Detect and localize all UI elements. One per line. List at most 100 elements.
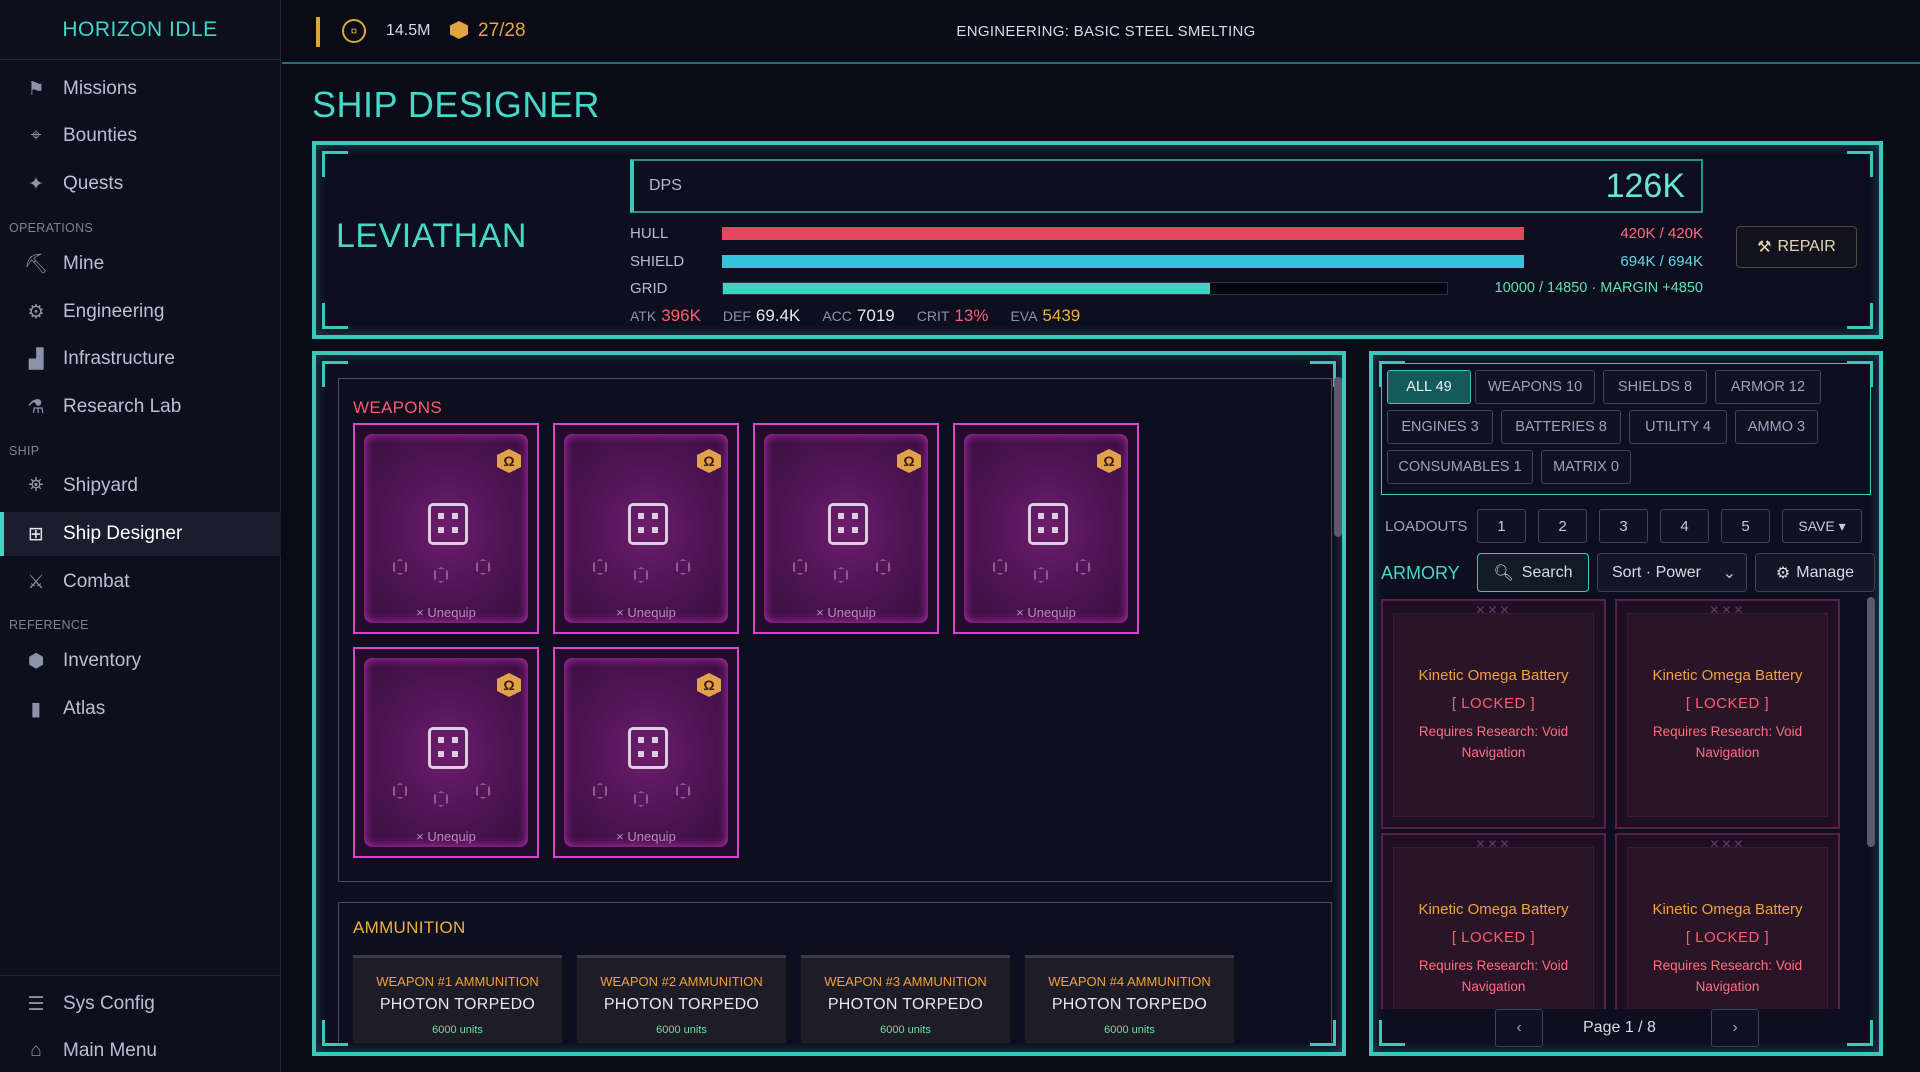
unequip-button[interactable]: × Unequip xyxy=(555,829,737,844)
ammo-units: 6000 units xyxy=(432,1024,483,1036)
weapon-slot[interactable]: Ω × Unequip xyxy=(353,647,539,858)
next-page-button[interactable]: › xyxy=(1711,1009,1759,1047)
ammunition-section: AMMUNITION WEAPON #1 AMMUNITION PHOTON TO… xyxy=(338,902,1332,1043)
weapons-section: WEAPONS Ω × Unequip Ω × Unequip Ω × Unequip Ω ×… xyxy=(338,378,1332,882)
item-ornament-icon: ✕✕✕ xyxy=(1709,603,1746,617)
nav-item-label: Mine xyxy=(63,253,105,274)
save-loadout-button[interactable]: SAVE ▾ xyxy=(1782,509,1862,543)
grid-label: GRID xyxy=(630,280,668,297)
sliders-icon: ☰ xyxy=(27,993,45,1015)
stat-value: 69.4K xyxy=(755,306,801,325)
weapon-slot[interactable]: Ω × Unequip xyxy=(553,647,739,858)
chevron-right-icon: › xyxy=(1732,1019,1738,1036)
pagination: ‹ Page 1 / 8 › xyxy=(1495,1009,1759,1047)
stat-label: DEF xyxy=(722,308,751,324)
hull-bar-fill xyxy=(722,227,1524,240)
nav-item-engineering[interactable]: ⚙ Engineering xyxy=(0,290,281,334)
repair-label: REPAIR xyxy=(1777,238,1836,255)
filter-tab[interactable]: AMMO 3 xyxy=(1735,410,1818,444)
pickaxe-icon: ⛏ xyxy=(23,254,49,275)
loadout-button[interactable]: 1 xyxy=(1477,509,1526,543)
ammo-card[interactable]: WEAPON #4 AMMUNITION PHOTON TORPEDO 6000 u… xyxy=(1025,955,1234,1043)
nav-item-sys-config[interactable]: ☰ Sys Config xyxy=(0,982,281,1026)
grid-icon: ⊞ xyxy=(28,523,44,545)
sort-select[interactable]: Sort · Power ⌄ xyxy=(1597,553,1747,592)
loadout-button[interactable]: 4 xyxy=(1660,509,1709,543)
section-label-reference: REFERENCE xyxy=(9,618,89,632)
filter-tab[interactable]: BATTERIES 8 xyxy=(1501,410,1621,444)
loadout-button[interactable]: 5 xyxy=(1721,509,1770,543)
ammo-card[interactable]: WEAPON #3 AMMUNITION PHOTON TORPEDO 6000 u… xyxy=(801,955,1010,1043)
stat-value: 13% xyxy=(954,306,989,325)
loadout-button[interactable]: 3 xyxy=(1599,509,1648,543)
page-title: SHIP DESIGNER xyxy=(312,84,600,125)
search-button[interactable]: 🔍︎ Search xyxy=(1477,553,1589,592)
grid-bar-fill xyxy=(723,283,1211,294)
filter-tab[interactable]: ARMOR 12 xyxy=(1715,370,1821,404)
module-chip-icon xyxy=(428,727,468,769)
nav-item-atlas[interactable]: ▮ Atlas xyxy=(0,687,281,731)
unequip-button[interactable]: × Unequip xyxy=(755,605,937,620)
filter-tab[interactable]: SHIELDS 8 xyxy=(1603,370,1707,404)
shipyard-icon: ⛯ xyxy=(28,475,44,496)
manage-button[interactable]: ⚙ Manage xyxy=(1755,553,1875,592)
unequip-button[interactable]: × Unequip xyxy=(555,605,737,620)
item-name: Kinetic Omega Battery xyxy=(1652,901,1803,918)
filter-tab[interactable]: WEAPONS 10 xyxy=(1475,370,1595,404)
dps-label: DPS xyxy=(649,177,682,194)
ammo-units: 6000 units xyxy=(656,1024,707,1036)
nav-item-ship-designer[interactable]: ⊞ Ship Designer xyxy=(0,512,281,556)
shield-value: 694K / 694K xyxy=(1620,253,1703,270)
ammunition-title: AMMUNITION xyxy=(353,918,466,937)
loadout-button[interactable]: 2 xyxy=(1538,509,1587,543)
filter-tab[interactable]: ALL 49 xyxy=(1387,370,1471,404)
armory-toolbar: ARMORY 🔍︎ Search Sort · Power ⌄ ⚙ Manage xyxy=(1381,553,1879,593)
flask-icon: ⚗ xyxy=(27,396,45,418)
filter-tab[interactable]: ENGINES 3 xyxy=(1387,410,1493,444)
ammo-units: 6000 units xyxy=(1104,1024,1155,1036)
filter-tab[interactable]: UTILITY 4 xyxy=(1629,410,1727,444)
ship-summary-panel: LEVIATHAN DPS 126K HULL 420K / 420K SHIE… xyxy=(312,141,1883,339)
filter-tab[interactable]: CONSUMABLES 1 xyxy=(1387,450,1533,484)
prev-page-button[interactable]: ‹ xyxy=(1495,1009,1543,1047)
loadouts-label: LOADOUTS xyxy=(1385,518,1468,535)
nav-item-quests[interactable]: ✦ Quests xyxy=(0,162,281,206)
nav-item-main-menu[interactable]: ⌂ Main Menu xyxy=(0,1029,281,1072)
nav-item-mine[interactable]: ⛏ Mine xyxy=(0,242,281,286)
sidebar-divider xyxy=(0,975,281,976)
unequip-button[interactable]: × Unequip xyxy=(355,829,537,844)
armory-item-card[interactable]: ✕✕✕ Kinetic Omega Battery [ LOCKED ] Requir… xyxy=(1615,833,1840,1009)
nav-item-shipyard[interactable]: ⛯ Shipyard xyxy=(0,464,281,508)
app-title: HORIZON IDLE xyxy=(0,0,280,60)
nav-item-combat[interactable]: ⚔ Combat xyxy=(0,560,281,604)
weapon-slot[interactable]: Ω × Unequip xyxy=(753,423,939,634)
armory-item-card[interactable]: ✕✕✕ Kinetic Omega Battery [ LOCKED ] Requir… xyxy=(1381,599,1606,829)
stat-label: ATK xyxy=(630,308,657,324)
item-name: Kinetic Omega Battery xyxy=(1652,667,1803,684)
weapon-slot[interactable]: Ω × Unequip xyxy=(553,423,739,634)
unequip-button[interactable]: × Unequip xyxy=(355,605,537,620)
hull-value: 420K / 420K xyxy=(1620,225,1703,242)
gear-icon: ⚙ xyxy=(27,301,45,323)
weapon-slot[interactable]: Ω × Unequip xyxy=(353,423,539,634)
armory-item-card[interactable]: ✕✕✕ Kinetic Omega Battery [ LOCKED ] Requir… xyxy=(1381,833,1606,1009)
ammo-card[interactable]: WEAPON #1 AMMUNITION PHOTON TORPEDO 6000 u… xyxy=(353,955,562,1043)
armory-item-card[interactable]: ✕✕✕ Kinetic Omega Battery [ LOCKED ] Requir… xyxy=(1615,599,1840,829)
crosshair-icon: ⌖ xyxy=(30,125,42,146)
ammo-name: PHOTON TORPEDO xyxy=(827,996,984,1013)
ammo-card[interactable]: WEAPON #2 AMMUNITION PHOTON TORPEDO 6000 u… xyxy=(577,955,786,1043)
nav-item-inventory[interactable]: ⬢ Inventory xyxy=(0,639,281,683)
swords-icon: ⚔ xyxy=(27,571,45,593)
stat-label: CRIT xyxy=(916,308,950,324)
filter-tab[interactable]: MATRIX 0 xyxy=(1541,450,1631,484)
nav-item-research-lab[interactable]: ⚗ Research Lab xyxy=(0,385,281,429)
unequip-button[interactable]: × Unequip xyxy=(955,605,1137,620)
armory-scrollbar[interactable] xyxy=(1867,597,1875,847)
cube-icon: ⬢ xyxy=(27,650,45,672)
nav-item-bounties[interactable]: ⌖ Bounties xyxy=(0,114,281,158)
nav-item-missions[interactable]: ⚑ Missions xyxy=(0,67,281,111)
nav-item-infrastructure[interactable]: ▟ Infrastructure xyxy=(0,337,281,381)
weapons-scrollbar[interactable] xyxy=(1334,377,1342,537)
weapon-slot[interactable]: Ω × Unequip xyxy=(953,423,1139,634)
repair-button[interactable]: ⚒ REPAIR xyxy=(1736,226,1857,268)
